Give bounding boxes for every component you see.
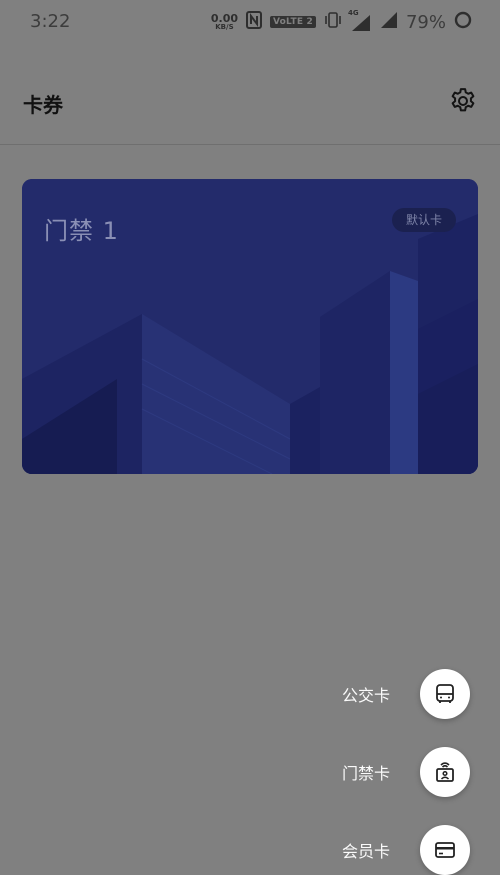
vibrate-icon [324, 11, 342, 33]
fab-label-member-card: 会员卡 [341, 842, 390, 861]
network-speed-unit: KB/S [215, 23, 234, 31]
fab-label-bus-card: 公交卡 [341, 686, 390, 705]
gear-icon [451, 88, 475, 112]
card-title: 门禁 1 [44, 217, 119, 245]
fab-button-bus-card[interactable] [420, 669, 470, 719]
fab-item-access-card[interactable]: 门禁卡 [270, 747, 470, 797]
bus-icon [436, 684, 454, 703]
volte-badge: VoLTE 2 [270, 16, 316, 28]
nfc-icon [246, 11, 262, 33]
app-header: 卡券 [0, 72, 500, 145]
access-card[interactable]: 门禁 1 默认卡 [22, 179, 478, 474]
access-card-icon [436, 762, 454, 782]
credit-card-icon [435, 842, 455, 858]
battery-percent: 79% [405, 11, 446, 33]
fab-button-access-card[interactable] [420, 747, 470, 797]
fab-item-bus-card[interactable]: 公交卡 [270, 669, 470, 719]
settings-button[interactable] [448, 86, 478, 116]
default-card-badge: 默认卡 [391, 208, 456, 232]
fab-label-access-card: 门禁卡 [341, 764, 390, 783]
page-title: 卡券 [23, 93, 63, 117]
battery-icon [454, 11, 472, 33]
fab-item-member-card[interactable]: 会员卡 [270, 825, 470, 875]
signal-label: 4G [347, 9, 359, 17]
status-time: 3:22 [30, 11, 71, 32]
signal-4g-icon: 4G [347, 9, 372, 32]
status-bar: 3:22 0.00 KB/S VoLTE 2 4G 79% [0, 0, 500, 44]
signal-icon [380, 11, 398, 33]
network-speed: 0.00 KB/S [211, 13, 238, 31]
status-icons: 0.00 KB/S VoLTE 2 4G 79% [211, 9, 472, 34]
fab-button-member-card[interactable] [420, 825, 470, 875]
